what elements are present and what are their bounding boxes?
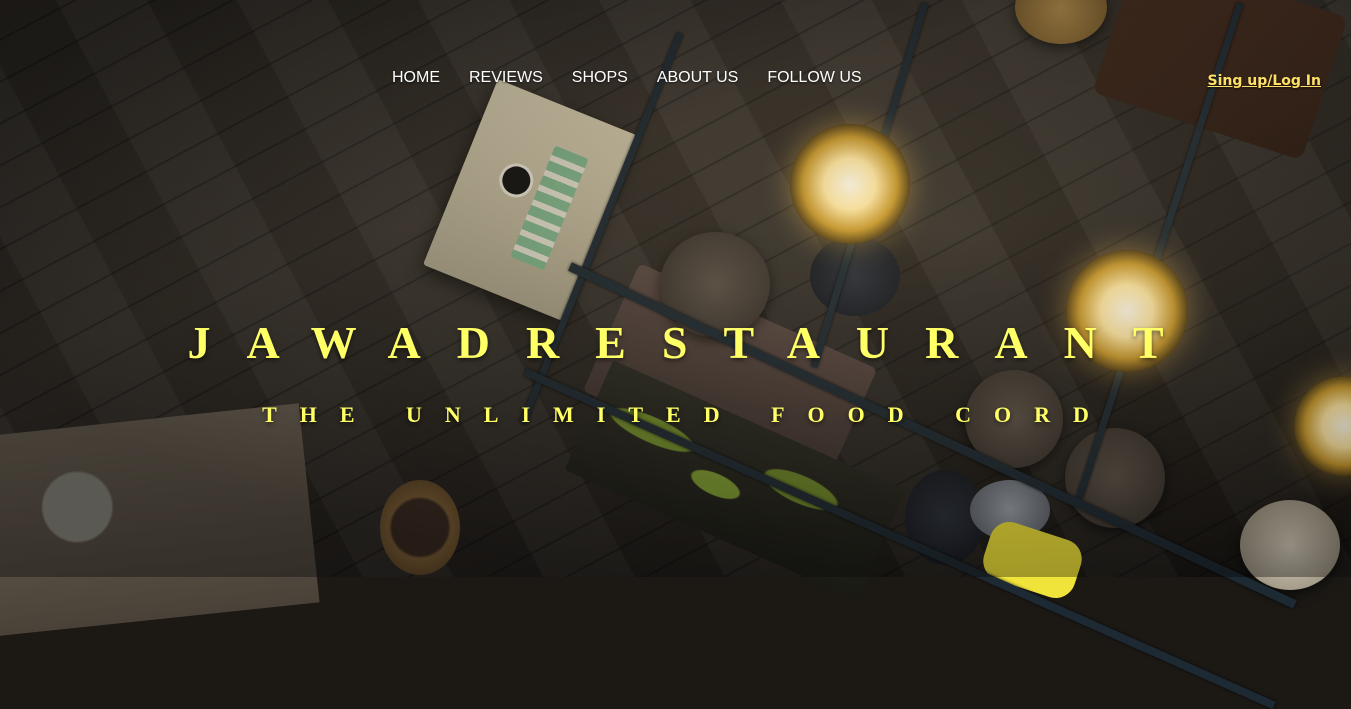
nav-follow-us-link[interactable]: FOLLOW US: [767, 69, 861, 86]
nav-menu: HOME REVIEWS SHOPS ABOUT US FOLLOW US: [392, 68, 891, 88]
nav-reviews-link[interactable]: REVIEWS: [469, 69, 543, 86]
hero-title: JAWADRESTAURANT: [187, 317, 1200, 368]
main-nav: HOME REVIEWS SHOPS ABOUT US FOLLOW US: [0, 68, 1351, 90]
nav-home-link[interactable]: HOME: [392, 69, 440, 86]
signup-login-link[interactable]: Sing up/Log In: [1208, 73, 1321, 89]
hero-subtitle: THE UNLIMITED FOOD CORD: [262, 402, 1112, 427]
nav-shops-link[interactable]: SHOPS: [572, 69, 628, 86]
nav-about-us-link[interactable]: ABOUT US: [657, 69, 739, 86]
